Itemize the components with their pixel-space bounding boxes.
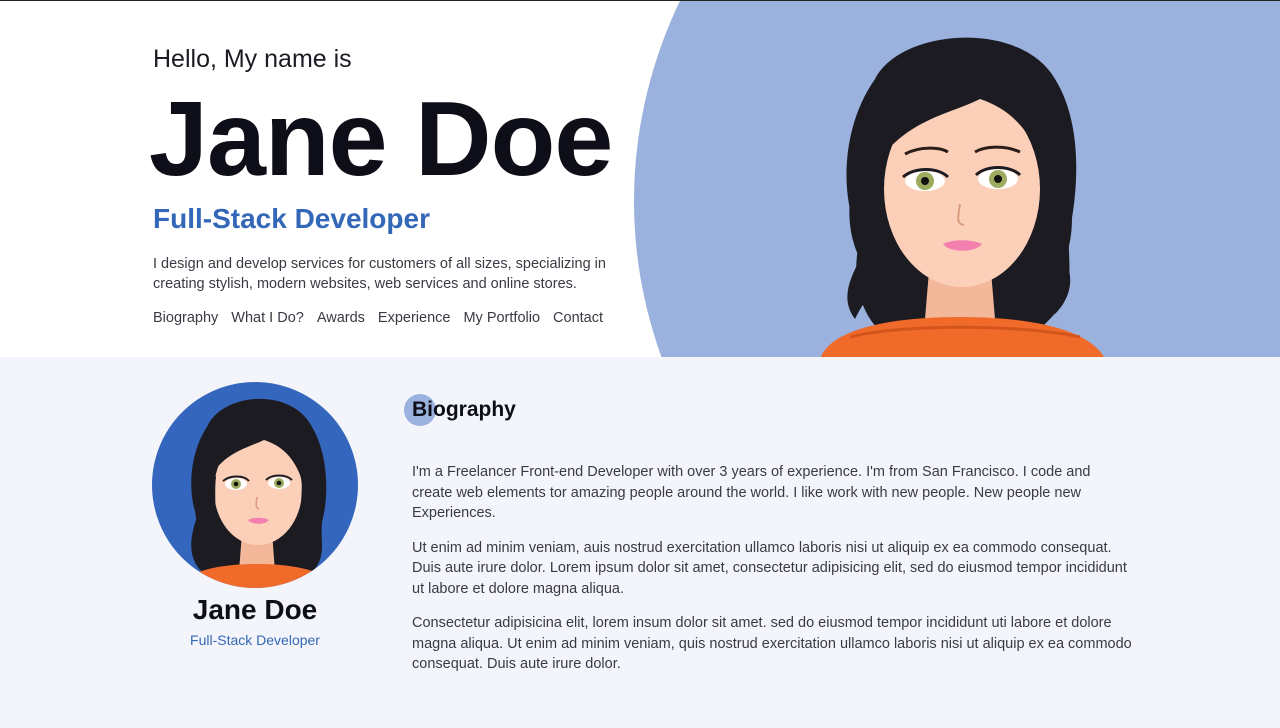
- biography-heading-wrap: Biography: [404, 394, 1132, 432]
- nav-link-biography[interactable]: Biography: [153, 310, 218, 326]
- hero-portrait-illustration: [820, 37, 1104, 357]
- biography-heading: Biography: [412, 398, 516, 421]
- hero-section: Hello, My name is Jane Doe Full-Stack De…: [0, 0, 1280, 357]
- avatar: [152, 382, 358, 588]
- hero-name-heading: Jane Doe: [149, 80, 613, 198]
- nav-link-contact[interactable]: Contact: [553, 310, 603, 326]
- biography-paragraph: Consectetur adipisicina elit, lorem insu…: [412, 615, 1132, 672]
- nav-link-my-portfolio[interactable]: My Portfolio: [463, 310, 540, 326]
- hero-greeting: Hello, My name is: [153, 45, 352, 73]
- biography-paragraph: Ut enim ad minim veniam, auis nostrud ex…: [412, 539, 1127, 597]
- biography-paragraph: I'm a Freelancer Front-end Developer wit…: [412, 464, 1091, 521]
- nav-link-awards[interactable]: Awards: [317, 310, 365, 326]
- profile-role: Full-Stack Developer: [190, 632, 320, 648]
- profile-card: Jane Doe Full-Stack Developer: [130, 382, 380, 648]
- hero-description: I design and develop services for custom…: [153, 256, 606, 292]
- profile-name: Jane Doe: [192, 594, 318, 625]
- nav-link-what-i-do[interactable]: What I Do?: [231, 310, 304, 326]
- hero-role: Full-Stack Developer: [153, 203, 430, 234]
- biography-section: Biography I'm a Freelancer Front-end Dev…: [404, 394, 1132, 689]
- nav-link-experience[interactable]: Experience: [378, 310, 451, 326]
- hero-nav: Biography What I Do? Awards Experience M…: [153, 310, 603, 326]
